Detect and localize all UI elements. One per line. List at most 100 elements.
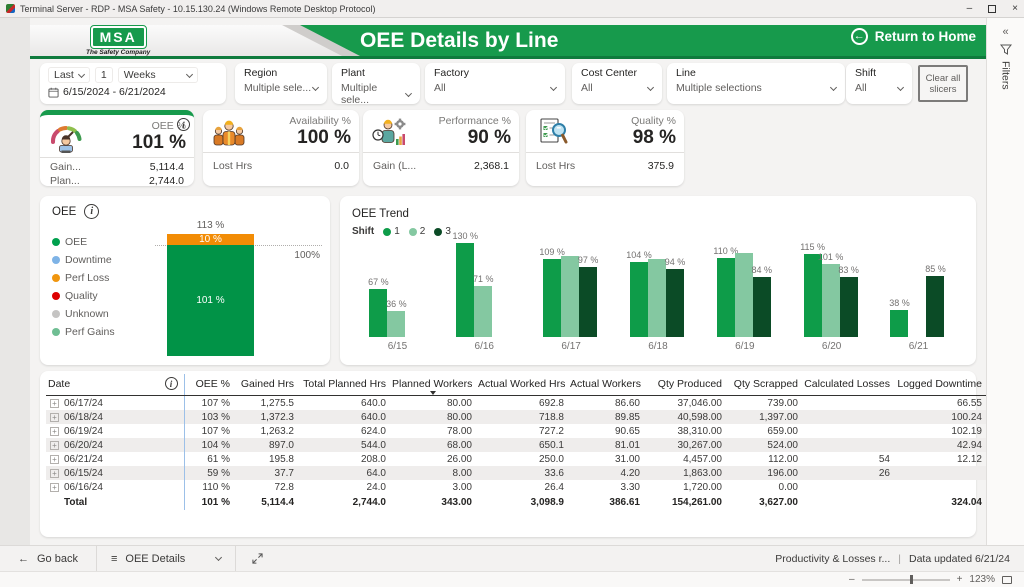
slicer-dropdown-plant[interactable]: PlantMultiple sele... — [332, 63, 420, 104]
trend-bar-shift-2[interactable] — [561, 256, 579, 337]
column-header-date[interactable]: Datei — [46, 374, 184, 396]
trend-bar-shift-1[interactable] — [543, 259, 561, 337]
shift-legend-item-3[interactable]: 3 — [434, 226, 451, 237]
legend-item-perf-loss[interactable]: Perf Loss — [52, 272, 115, 284]
info-icon[interactable]: i — [177, 118, 190, 131]
trend-bar-shift-3[interactable] — [579, 267, 597, 337]
slicer-dropdown-region[interactable]: RegionMultiple sele... — [235, 63, 327, 104]
stack-segment-perf-loss[interactable]: 10 % — [167, 234, 254, 245]
maximize-button[interactable] — [988, 5, 996, 13]
column-header-actual-worked-hrs[interactable]: Actual Worked Hrs — [476, 374, 568, 396]
trend-bar-shift-2[interactable] — [648, 259, 666, 337]
table-row[interactable]: +06/17/24107 %1,275.5640.080.00692.886.6… — [46, 396, 986, 411]
expand-row-icon[interactable]: + — [50, 483, 59, 492]
legend-item-oee[interactable]: OEE — [52, 236, 115, 248]
zoom-slider-thumb[interactable] — [910, 575, 913, 584]
legend-item-downtime[interactable]: Downtime — [52, 254, 115, 266]
kpi-card-oee[interactable]: i OEE % 101 % Gain — [40, 110, 194, 186]
table-row[interactable]: +06/21/2461 %195.8208.026.00250.031.004,… — [46, 452, 986, 466]
slicer-dropdown-line[interactable]: LineMultiple selections — [667, 63, 845, 104]
trend-bar-shift-3[interactable] — [840, 277, 858, 337]
total-cell: 5,114.4 — [234, 494, 298, 510]
expand-row-icon[interactable]: + — [50, 427, 59, 436]
date-cell-label: 06/20/24 — [64, 440, 103, 451]
relative-count-input[interactable]: 1 — [95, 67, 113, 83]
table-row[interactable]: +06/15/2459 %37.764.08.0033.64.201,863.0… — [46, 466, 986, 480]
expand-row-icon[interactable]: + — [50, 399, 59, 408]
trend-bar-shift-1[interactable] — [890, 310, 908, 337]
column-header-logged-downtime[interactable]: Logged Downtime — [894, 374, 986, 396]
legend-item-perf-gains[interactable]: Perf Gains — [52, 326, 115, 338]
page-selector-tab[interactable]: ≡ OEE Details — [96, 546, 236, 571]
table-row[interactable]: +06/16/24110 %72.824.03.0026.43.301,720.… — [46, 480, 986, 494]
trend-bar-slot: 36 % — [387, 311, 405, 337]
expand-row-icon[interactable]: + — [50, 469, 59, 478]
trend-bar-shift-1[interactable] — [456, 243, 474, 337]
trend-bar-shift-1[interactable] — [369, 289, 387, 337]
kpi-value: 100 % — [247, 127, 351, 148]
table-row[interactable]: +06/19/24107 %1,263.2624.078.00727.290.6… — [46, 424, 986, 438]
minimize-button[interactable]: – — [967, 4, 973, 14]
info-icon[interactable]: i — [84, 204, 99, 219]
trend-bar-shift-2[interactable] — [735, 253, 753, 337]
resize-handle-icon[interactable] — [252, 553, 263, 564]
slicer-dropdown-cost-center[interactable]: Cost CenterAll — [572, 63, 662, 104]
table-cell: 650.1 — [476, 438, 568, 452]
trend-bar-shift-1[interactable] — [717, 258, 735, 337]
kpi-card-availability[interactable]: Availability % 100 % Lost Hrs0.0 — [203, 110, 359, 186]
trend-bar-shift-2[interactable] — [474, 286, 492, 337]
slicer-dropdown-factory[interactable]: FactoryAll — [425, 63, 565, 104]
zoom-slider[interactable] — [862, 579, 950, 581]
gauge-person-icon — [48, 121, 84, 153]
slicer-dropdown-shift[interactable]: ShiftAll — [846, 63, 912, 104]
zoom-out-button[interactable]: – — [849, 574, 855, 585]
column-header-total-planned-hrs[interactable]: Total Planned Hrs — [298, 374, 390, 396]
workers-icon — [211, 116, 247, 148]
table-row[interactable]: +06/18/24103 %1,372.3640.080.00718.889.8… — [46, 410, 986, 424]
column-header-planned-workers[interactable]: Planned Workers — [390, 374, 476, 396]
filters-pane-collapsed[interactable]: « Filters — [986, 18, 1024, 545]
trend-bar-shift-3[interactable] — [666, 269, 684, 337]
table-cell: 42.94 — [894, 438, 986, 452]
fit-to-page-icon[interactable] — [1002, 576, 1012, 584]
chevron-down-icon — [78, 70, 85, 77]
column-header-gained-hrs[interactable]: Gained Hrs — [234, 374, 298, 396]
column-header-oee-[interactable]: OEE % — [184, 374, 234, 396]
kpi-card-quality[interactable]: Quality % 98 % Lost Hrs375.9 — [526, 110, 684, 186]
zoom-in-button[interactable]: + — [957, 574, 963, 585]
trend-bar-shift-1[interactable] — [804, 254, 822, 337]
table-row[interactable]: +06/20/24104 %897.0544.068.00650.181.013… — [46, 438, 986, 452]
shift-legend-item-1[interactable]: 1 — [383, 226, 400, 237]
return-to-home-button[interactable]: ← Return to Home — [851, 28, 976, 45]
column-header-qty-scrapped[interactable]: Qty Scrapped — [726, 374, 802, 396]
column-header-calculated-losses[interactable]: Calculated Losses — [802, 374, 894, 396]
expand-row-icon[interactable]: + — [50, 441, 59, 450]
column-header-actual-workers[interactable]: Actual Workers — [568, 374, 644, 396]
shift-legend-item-2[interactable]: 2 — [409, 226, 426, 237]
relative-unit-dropdown[interactable]: Weeks — [118, 67, 198, 83]
trend-bar-shift-1[interactable] — [630, 262, 648, 337]
info-icon[interactable]: i — [165, 377, 178, 390]
column-header-qty-produced[interactable]: Qty Produced — [644, 374, 726, 396]
expand-pane-icon[interactable]: « — [1002, 26, 1008, 38]
trend-bar-shift-2[interactable] — [822, 264, 840, 337]
legend-item-quality[interactable]: Quality — [52, 290, 115, 302]
trend-bar-shift-2[interactable] — [387, 311, 405, 337]
trend-bar-shift-3[interactable] — [926, 276, 944, 337]
trend-bar-shift-3[interactable] — [753, 277, 771, 337]
stack-segment-oee[interactable]: 101 % — [167, 245, 254, 356]
clear-all-slicers-button[interactable]: Clear all slicers — [918, 65, 968, 102]
stacked-bar[interactable]: 101 %10 %113 % — [167, 234, 254, 356]
expand-row-icon[interactable]: + — [50, 413, 59, 422]
trend-category-label: 6/16 — [456, 341, 512, 352]
expand-row-icon[interactable]: + — [50, 455, 59, 464]
total-cell: 3,098.9 — [476, 494, 568, 510]
table-cell: 1,275.5 — [234, 396, 298, 411]
zoom-level-label: 123% — [969, 574, 995, 585]
close-button[interactable]: × — [1012, 4, 1018, 14]
relative-period-dropdown[interactable]: Last — [48, 67, 90, 83]
kpi-card-performance[interactable]: Performance % 90 % Gain (L...2,368.1 — [363, 110, 519, 186]
page-selector-label: OEE Details — [125, 553, 185, 565]
legend-item-unknown[interactable]: Unknown — [52, 308, 115, 320]
go-back-button[interactable]: ← Go back — [0, 546, 96, 571]
